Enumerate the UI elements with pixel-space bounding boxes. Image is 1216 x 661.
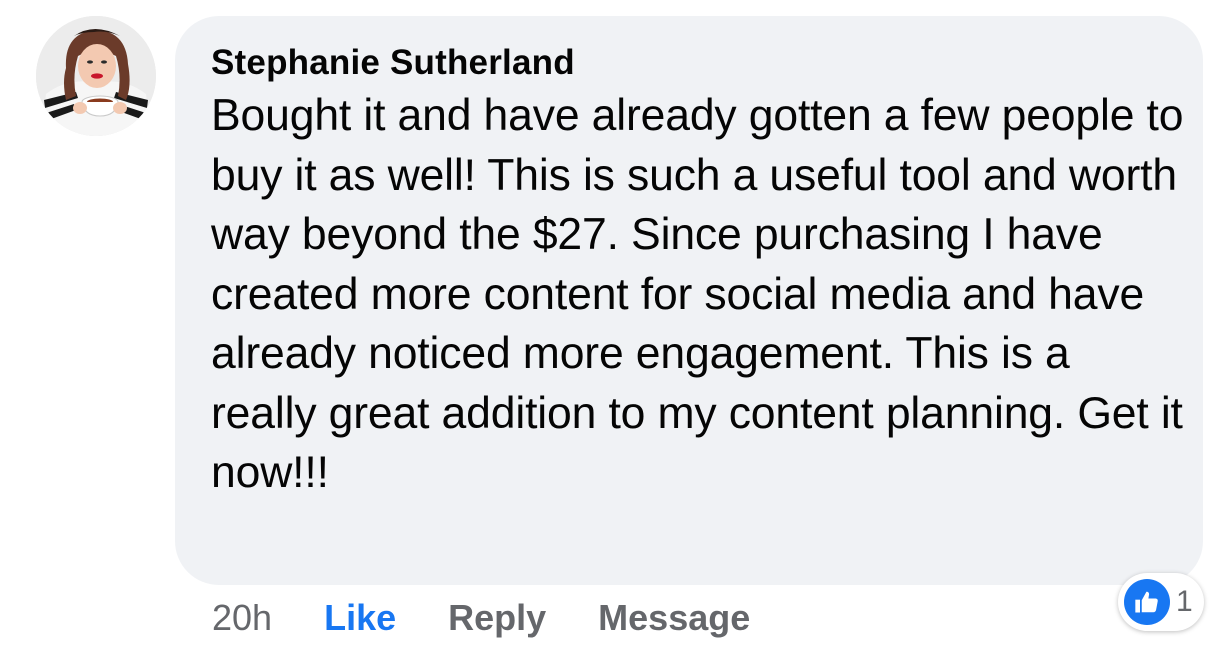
avatar[interactable] xyxy=(36,16,156,136)
author-name[interactable]: Stephanie Sutherland xyxy=(211,42,1173,84)
reaction-count: 1 xyxy=(1176,585,1193,618)
timestamp[interactable]: 20h xyxy=(212,597,272,639)
comment-text: Bought it and have already gotten a few … xyxy=(211,91,1184,497)
reaction-summary[interactable]: 1 xyxy=(1118,573,1204,631)
message-button[interactable]: Message xyxy=(598,597,750,639)
comment-bubble: Stephanie Sutherland Bought it and have … xyxy=(175,16,1203,585)
reply-button[interactable]: Reply xyxy=(448,597,546,639)
comment-actions: 20h Like Reply Message xyxy=(212,595,802,641)
thumbs-up-icon xyxy=(1124,579,1170,625)
comment: Stephanie Sutherland Bought it and have … xyxy=(0,0,1216,661)
profile-photo xyxy=(36,16,156,136)
like-button[interactable]: Like xyxy=(324,597,396,639)
